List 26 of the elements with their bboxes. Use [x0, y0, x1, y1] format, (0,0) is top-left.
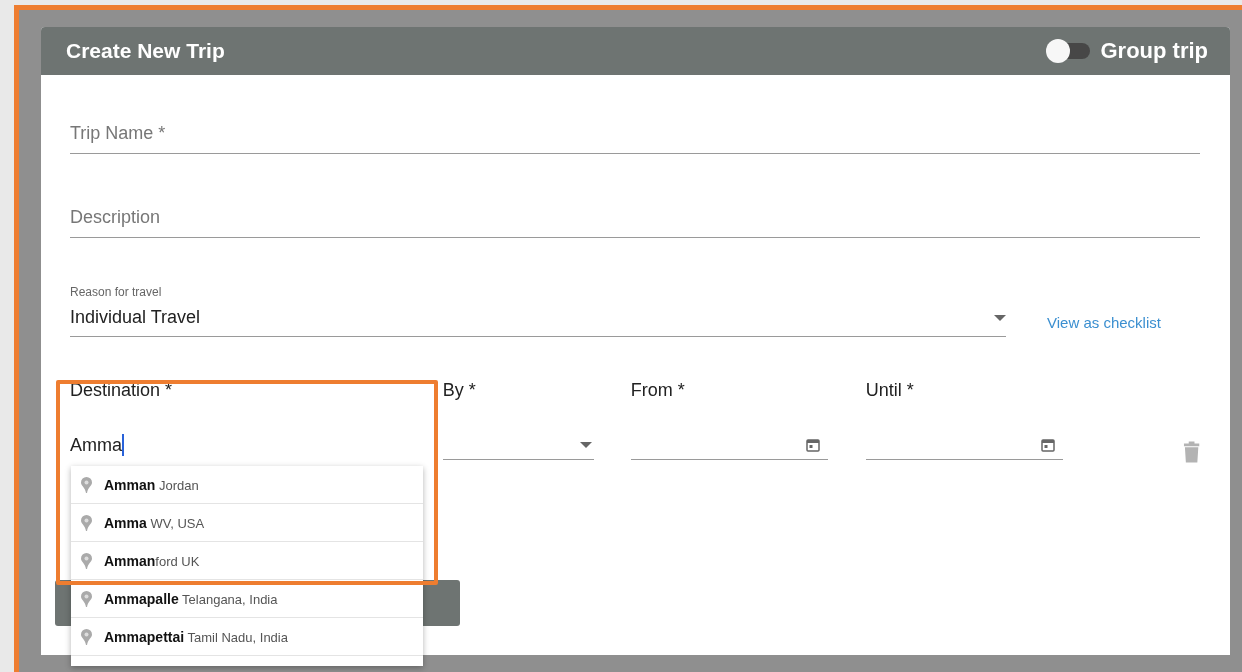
field-label: By * — [442, 380, 477, 401]
pin-icon — [81, 628, 92, 645]
calendar-icon[interactable] — [805, 437, 820, 452]
trash-icon[interactable] — [1182, 440, 1200, 464]
calendar-icon[interactable] — [1040, 437, 1055, 452]
dialog-title: Create New Trip — [66, 39, 225, 63]
group-trip-switch[interactable] — [1046, 39, 1091, 63]
pin-icon — [81, 590, 92, 607]
suggestion-item[interactable]: Ammapettai Tamil Nadu, India — [71, 618, 423, 656]
text-field[interactable]: Trip Name * — [70, 123, 1200, 154]
suggestion-item[interactable]: Amma WV, USA — [71, 504, 423, 542]
checklist-link[interactable]: View as checklist — [1047, 314, 1161, 331]
caret-icon — [579, 441, 592, 448]
pin-icon — [81, 514, 92, 531]
reason-select[interactable]: Reason for travel Individual Travel — [70, 285, 1006, 337]
suggestion-item[interactable]: Amman Jordan — [71, 466, 423, 504]
suggestion-item[interactable]: Ammapalle Telangana, India — [71, 580, 423, 618]
pin-icon — [81, 552, 92, 569]
group-trip-label: Group trip — [1100, 38, 1208, 64]
pin-icon — [81, 476, 92, 493]
caret-icon — [994, 314, 1006, 321]
suggestion-item[interactable]: Ammanford UK — [71, 542, 423, 580]
text-field[interactable]: Description — [70, 207, 1200, 238]
destination-field[interactable]: Amma — [70, 430, 407, 460]
field-label: Until * — [865, 380, 915, 401]
field-label: From * — [630, 380, 686, 401]
